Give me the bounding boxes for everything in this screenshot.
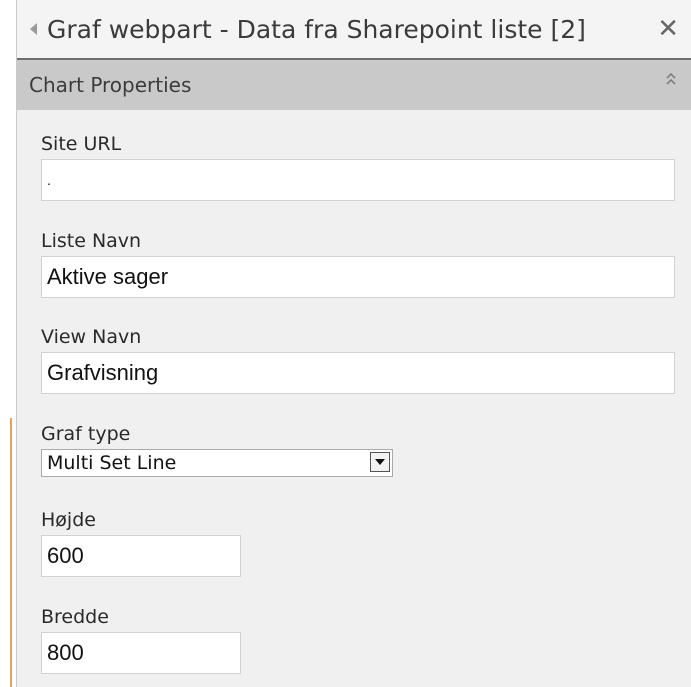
left-triangle-icon[interactable] <box>30 23 37 35</box>
section-title: Chart Properties <box>29 73 192 97</box>
hojde-input[interactable] <box>41 535 241 577</box>
site-url-label: Site URL <box>41 133 122 155</box>
site-url-input[interactable] <box>41 159 675 201</box>
close-icon[interactable]: ✕ <box>657 14 679 44</box>
double-chevron-up-icon[interactable] <box>665 72 677 87</box>
webpart-tool-pane: Graf webpart - Data fra Sharepoint liste… <box>16 0 691 687</box>
graf-type-select[interactable]: Multi Set Line <box>41 449 393 477</box>
site-url-field-group: Site URL <box>41 133 675 201</box>
liste-navn-field-group: Liste Navn <box>41 230 675 298</box>
graf-type-field-group: Graf type Multi Set Line <box>41 423 393 477</box>
webpart-title: Graf webpart - Data fra Sharepoint liste… <box>47 14 586 44</box>
dropdown-arrow-icon[interactable] <box>370 452 390 472</box>
webpart-titlebar: Graf webpart - Data fra Sharepoint liste… <box>17 0 691 60</box>
hojde-field-group: Højde <box>41 509 241 577</box>
graf-type-label: Graf type <box>41 423 131 445</box>
view-navn-label: View Navn <box>41 326 142 348</box>
liste-navn-label: Liste Navn <box>41 230 142 252</box>
bredde-input[interactable] <box>41 632 241 674</box>
bredde-field-group: Bredde <box>41 606 241 674</box>
bredde-label: Bredde <box>41 606 109 628</box>
graf-type-selected-value: Multi Set Line <box>47 452 177 474</box>
liste-navn-input[interactable] <box>41 256 675 298</box>
view-navn-input[interactable] <box>41 352 675 394</box>
left-gutter <box>0 0 16 687</box>
view-navn-field-group: View Navn <box>41 326 675 394</box>
page-edge-marker <box>10 418 12 687</box>
chart-properties-header[interactable]: Chart Properties <box>17 60 691 110</box>
hojde-label: Højde <box>41 509 96 531</box>
